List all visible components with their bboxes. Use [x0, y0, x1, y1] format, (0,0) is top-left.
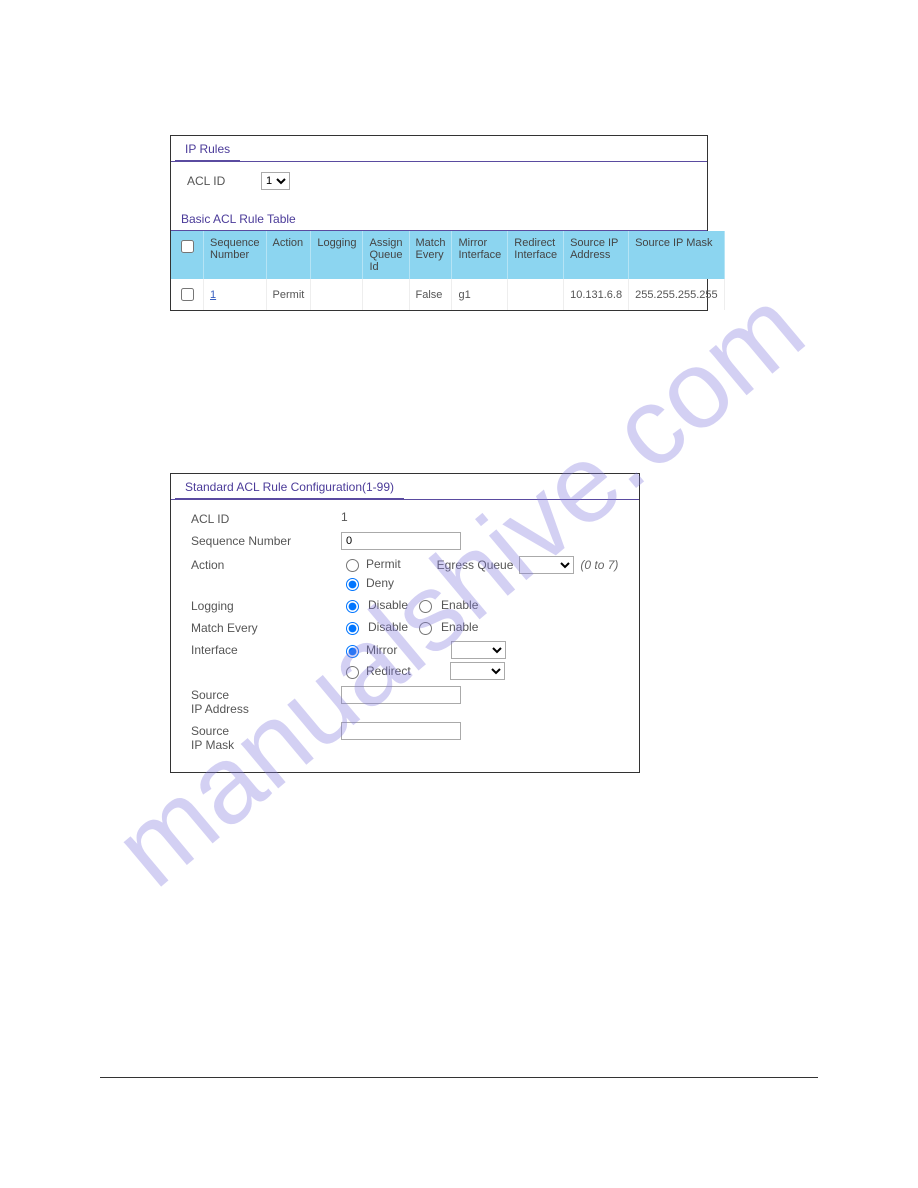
action-label: Action: [191, 556, 341, 572]
egress-queue-select[interactable]: [519, 556, 574, 574]
mirror-radio[interactable]: [346, 645, 359, 658]
cell-logging: [311, 279, 363, 310]
cell-mirror: g1: [452, 279, 508, 310]
panel1-title: IP Rules: [175, 136, 240, 162]
deny-label: Deny: [366, 576, 394, 590]
enable-label: Enable: [441, 598, 478, 612]
col-seq: Sequence Number: [204, 231, 267, 279]
col-action: Action: [266, 231, 311, 279]
acl-id-label: ACL ID: [191, 510, 341, 526]
disable-label: Disable: [368, 620, 408, 634]
match-disable-radio[interactable]: [346, 622, 359, 635]
sequence-number-input[interactable]: [341, 532, 461, 550]
col-mirror: Mirror Interface: [452, 231, 508, 279]
select-all-checkbox[interactable]: [181, 240, 194, 253]
seq-label: Sequence Number: [191, 532, 341, 548]
acl-id-row: ACL ID 1: [171, 162, 707, 208]
mirror-label: Mirror: [366, 643, 397, 657]
action-permit-radio[interactable]: [346, 559, 359, 572]
match-enable-radio[interactable]: [419, 622, 432, 635]
mirror-select[interactable]: [451, 641, 506, 659]
col-match: Match Every: [409, 231, 452, 279]
redirect-select[interactable]: [450, 662, 505, 680]
egress-queue-label: Egress Queue: [437, 558, 514, 572]
cell-redirect: [508, 279, 564, 310]
action-deny-radio[interactable]: [346, 578, 359, 591]
col-assign: Assign Queue Id: [363, 231, 409, 279]
standard-acl-config-panel: Standard ACL Rule Configuration(1-99) AC…: [170, 473, 640, 773]
logging-enable-radio[interactable]: [419, 600, 432, 613]
footer-line: [100, 1077, 818, 1078]
egress-range: (0 to 7): [580, 558, 618, 572]
table-header-row: Sequence Number Action Logging Assign Qu…: [171, 231, 724, 279]
source-mask-input[interactable]: [341, 722, 461, 740]
col-logging: Logging: [311, 231, 363, 279]
col-redirect: Redirect Interface: [508, 231, 564, 279]
seq-link[interactable]: 1: [210, 289, 216, 301]
source-ip-input[interactable]: [341, 686, 461, 704]
enable-label: Enable: [441, 620, 478, 634]
cell-srcip: 10.131.6.8: [564, 279, 629, 310]
col-srcmask: Source IP Mask: [629, 231, 725, 279]
acl-rule-table: Sequence Number Action Logging Assign Qu…: [171, 231, 725, 310]
permit-label: Permit: [366, 557, 401, 571]
acl-id-value: 1: [341, 510, 619, 524]
source-mask-label: SourceIP Mask: [191, 722, 341, 752]
acl-id-select[interactable]: 1: [261, 172, 290, 190]
panel1-subtitle: Basic ACL Rule Table: [171, 208, 707, 230]
cell-action: Permit: [266, 279, 311, 310]
redirect-label: Redirect: [366, 664, 411, 678]
row-checkbox[interactable]: [181, 288, 194, 301]
acl-id-label: ACL ID: [187, 174, 237, 188]
logging-disable-radio[interactable]: [346, 600, 359, 613]
cell-assign: [363, 279, 409, 310]
cell-srcmask: 255.255.255.255: [629, 279, 725, 310]
form-area: ACL ID 1 Sequence Number Action Permit: [171, 500, 639, 772]
logging-label: Logging: [191, 597, 341, 613]
ip-rules-panel: IP Rules ACL ID 1 Basic ACL Rule Table S…: [170, 135, 708, 311]
interface-label: Interface: [191, 641, 341, 657]
redirect-radio[interactable]: [346, 666, 359, 679]
disable-label: Disable: [368, 598, 408, 612]
table-row: 1 Permit False g1 10.131.6.8 255.255.255…: [171, 279, 724, 310]
cell-match: False: [409, 279, 452, 310]
source-ip-label: SourceIP Address: [191, 686, 341, 716]
panel2-title: Standard ACL Rule Configuration(1-99): [175, 474, 404, 500]
match-every-label: Match Every: [191, 619, 341, 635]
col-srcip: Source IP Address: [564, 231, 629, 279]
